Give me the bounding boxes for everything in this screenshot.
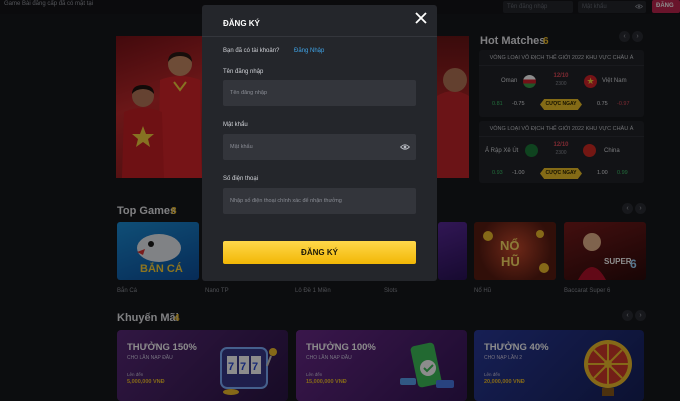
phone-label: Số điện thoại: [223, 176, 259, 182]
modal-divider: [202, 36, 437, 37]
have-account-text: Bạn đã có tài khoản?: [223, 48, 280, 54]
eye-icon[interactable]: [400, 143, 410, 151]
username-label: Tên đăng nhập: [223, 69, 264, 75]
login-link[interactable]: Đăng Nhập: [294, 48, 324, 54]
password-placeholder: Mật khẩu: [230, 144, 253, 150]
close-icon[interactable]: [414, 11, 428, 25]
modal-title: ĐĂNG KÝ: [223, 19, 260, 28]
password-input[interactable]: Mật khẩu: [223, 134, 416, 160]
phone-input[interactable]: Nhập số điện thoại chính xác để nhận thư…: [223, 188, 416, 214]
username-input[interactable]: Tên đăng nhập: [223, 80, 416, 106]
register-submit-button[interactable]: ĐĂNG KÝ: [223, 241, 416, 264]
password-label: Mật khẩu: [223, 122, 248, 128]
register-modal: ĐĂNG KÝ Bạn đã có tài khoản? Đăng Nhập T…: [202, 5, 437, 281]
